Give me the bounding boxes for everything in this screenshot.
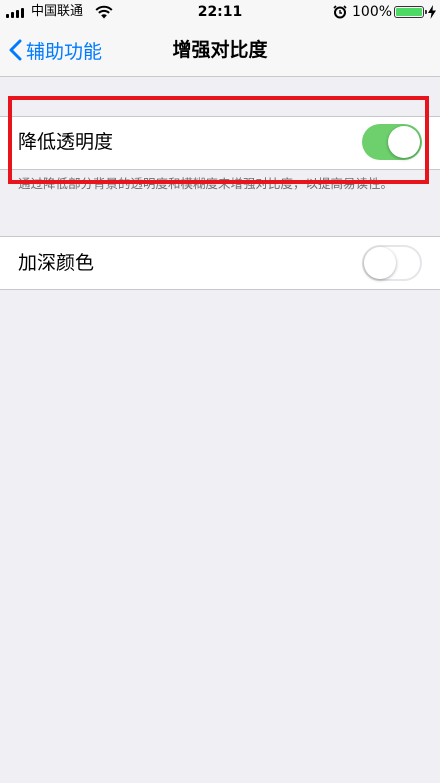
- darken-colors-toggle[interactable]: [362, 245, 422, 281]
- status-bar: 中国联通 22:11 100%: [0, 0, 440, 24]
- navigation-bar: 辅助功能 增强对比度: [0, 24, 440, 77]
- highlight-annotation-box: [8, 96, 429, 184]
- toggle-knob: [364, 247, 396, 279]
- darken-colors-label: 加深颜色: [18, 252, 95, 274]
- settings-row-darken-colors: 加深颜色: [0, 236, 440, 290]
- charging-bolt-icon: [428, 5, 436, 19]
- alarm-icon: [333, 5, 347, 19]
- page-title: 增强对比度: [172, 39, 268, 61]
- battery-tip: [425, 10, 427, 14]
- battery-icon: [394, 6, 424, 18]
- battery-percent: 100%: [352, 4, 393, 20]
